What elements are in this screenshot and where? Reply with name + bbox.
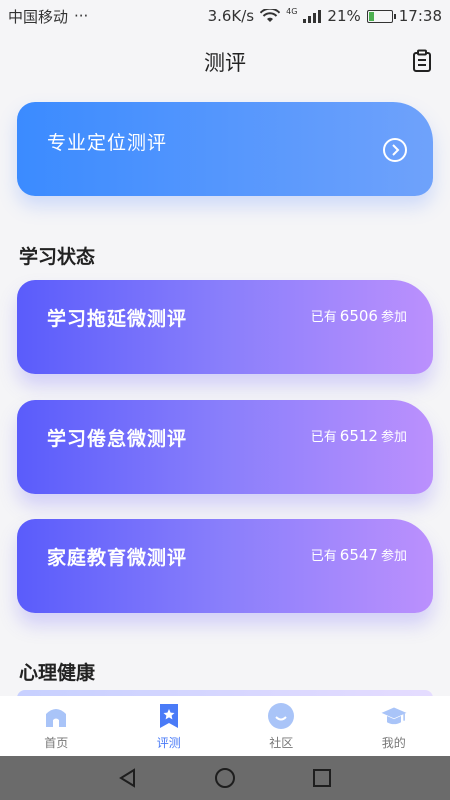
app-header: 测评 <box>0 32 450 92</box>
network-speed: 3.6K/s <box>207 7 255 25</box>
home-circle-icon[interactable] <box>214 767 236 789</box>
clock: 17:38 <box>398 7 442 25</box>
section-title-study-status: 学习状态 <box>19 246 96 268</box>
participant-count: 已有 6512 参加 <box>310 427 407 445</box>
participant-count: 已有 6547 参加 <box>310 546 407 564</box>
page-title: 测评 <box>204 51 246 75</box>
home-icon <box>42 702 70 730</box>
wifi-icon <box>260 9 281 22</box>
graduation-cap-icon <box>380 702 408 730</box>
battery-percent: 21% <box>327 7 361 25</box>
tab-evaluation[interactable]: 评测 <box>113 696 226 756</box>
signal-icon <box>303 9 322 23</box>
eval-card-title: 学习倦怠微测评 <box>47 428 188 450</box>
battery-icon <box>366 9 396 23</box>
screen: 中国移动 ··· 3.6K/s 4G 21% 17:38 测评 专业定位测评 学… <box>0 0 450 800</box>
eval-card-title: 家庭教育微测评 <box>47 547 188 569</box>
professional-assessment-card[interactable]: 专业定位测评 <box>17 102 433 196</box>
eval-card-title: 学习拖延微测评 <box>47 308 188 330</box>
tab-mine[interactable]: 我的 <box>338 696 450 756</box>
eval-card-burnout[interactable]: 学习倦怠微测评 已有 6512 参加 <box>17 400 433 494</box>
tab-community[interactable]: 社区 <box>225 696 338 756</box>
network-type: 4G <box>286 6 298 16</box>
more-indicator: ··· <box>74 7 89 25</box>
eval-card-procrastination[interactable]: 学习拖延微测评 已有 6506 参加 <box>17 280 433 374</box>
clipboard-icon[interactable] <box>412 49 432 73</box>
system-nav-bar <box>0 756 450 800</box>
tab-label: 社区 <box>269 736 294 750</box>
back-icon[interactable] <box>117 767 139 789</box>
tab-label: 评测 <box>156 736 181 750</box>
status-bar: 中国移动 ··· 3.6K/s 4G 21% 17:38 <box>0 0 450 32</box>
bottom-tab-bar: 首页 评测 社区 我的 <box>0 696 450 756</box>
bookmark-star-icon <box>155 702 183 730</box>
hero-title: 专业定位测评 <box>47 132 168 154</box>
chevron-right-circle-icon <box>383 138 407 162</box>
tab-label: 我的 <box>381 736 406 750</box>
participant-count: 已有 6506 参加 <box>310 307 407 325</box>
section-title-mental-health: 心理健康 <box>19 662 96 684</box>
tab-label: 首页 <box>44 736 69 750</box>
recents-square-icon[interactable] <box>311 767 333 789</box>
eval-card-family-education[interactable]: 家庭教育微测评 已有 6547 参加 <box>17 519 433 613</box>
tab-home[interactable]: 首页 <box>0 696 113 756</box>
smile-icon <box>267 702 295 730</box>
carrier-label: 中国移动 <box>8 7 69 26</box>
